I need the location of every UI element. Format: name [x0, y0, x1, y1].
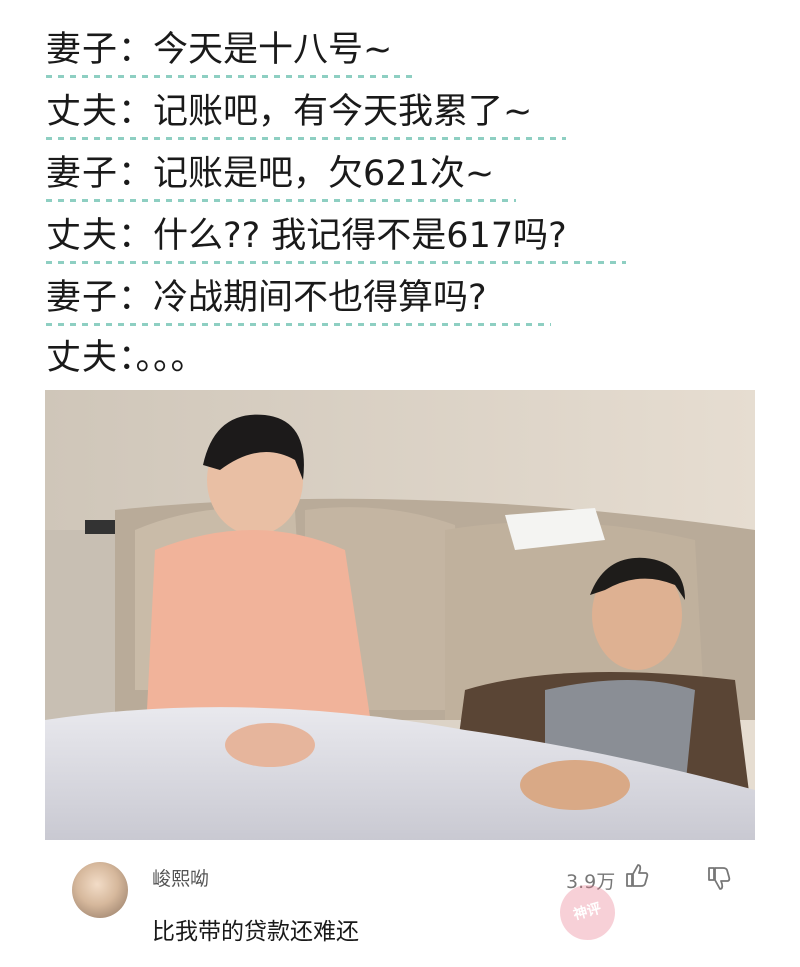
comment-item[interactable]: 峻熙呦 3.9万 神评 比我带的贷款还难还: [0, 850, 800, 967]
speaker-label: 妻子: [46, 278, 119, 318]
line-text: 。。。: [135, 338, 206, 378]
dialogue-line: 丈夫：。。。: [46, 330, 246, 388]
dotted-underline: [46, 323, 551, 326]
tv-still-photo: [45, 390, 755, 840]
speaker-label: 丈夫: [46, 338, 119, 378]
comment-username[interactable]: 峻熙呦: [152, 864, 209, 891]
line-text: 今天是十八号~: [153, 30, 393, 70]
line-text: 记账吧，有今天我累了~: [153, 92, 533, 132]
thumbs-up-icon[interactable]: [623, 862, 651, 890]
line-text: 记账是吧，欠621次~: [153, 154, 495, 194]
dotted-underline: [46, 137, 566, 140]
woman-hands: [225, 723, 315, 767]
speaker-label: 丈夫: [46, 216, 119, 256]
dotted-underline: [46, 261, 626, 264]
speaker-label: 丈夫: [46, 92, 119, 132]
photo-illustration: [45, 390, 755, 840]
speaker-label: 妻子: [46, 30, 119, 70]
comment-text: 比我带的贷款还难还: [152, 919, 359, 945]
man-hands: [520, 760, 630, 810]
avatar[interactable]: [72, 862, 128, 918]
dialogue-line: 妻子：记账是吧，欠621次~: [46, 146, 516, 204]
separator: ：: [118, 92, 154, 132]
speaker-label: 妻子: [46, 154, 119, 194]
line-text: 什么?? 我记得不是617吗?: [153, 216, 567, 256]
dialogue-line: 丈夫：记账吧，有今天我累了~: [46, 84, 566, 142]
dialogue-line: 妻子：今天是十八号~: [46, 22, 418, 80]
dotted-underline: [46, 75, 418, 78]
thumbs-down-icon[interactable]: [705, 864, 733, 892]
separator: ：: [118, 338, 136, 378]
line-text: 冷战期间不也得算吗?: [153, 278, 487, 318]
wall-switch: [85, 520, 115, 534]
separator: ：: [118, 278, 154, 318]
separator: ：: [118, 216, 154, 256]
dialogue-line: 妻子：冷战期间不也得算吗?: [46, 270, 551, 328]
dialogue-line: 丈夫：什么?? 我记得不是617吗?: [46, 208, 626, 266]
separator: ：: [118, 154, 154, 194]
dotted-underline: [46, 199, 516, 202]
separator: ：: [118, 30, 154, 70]
